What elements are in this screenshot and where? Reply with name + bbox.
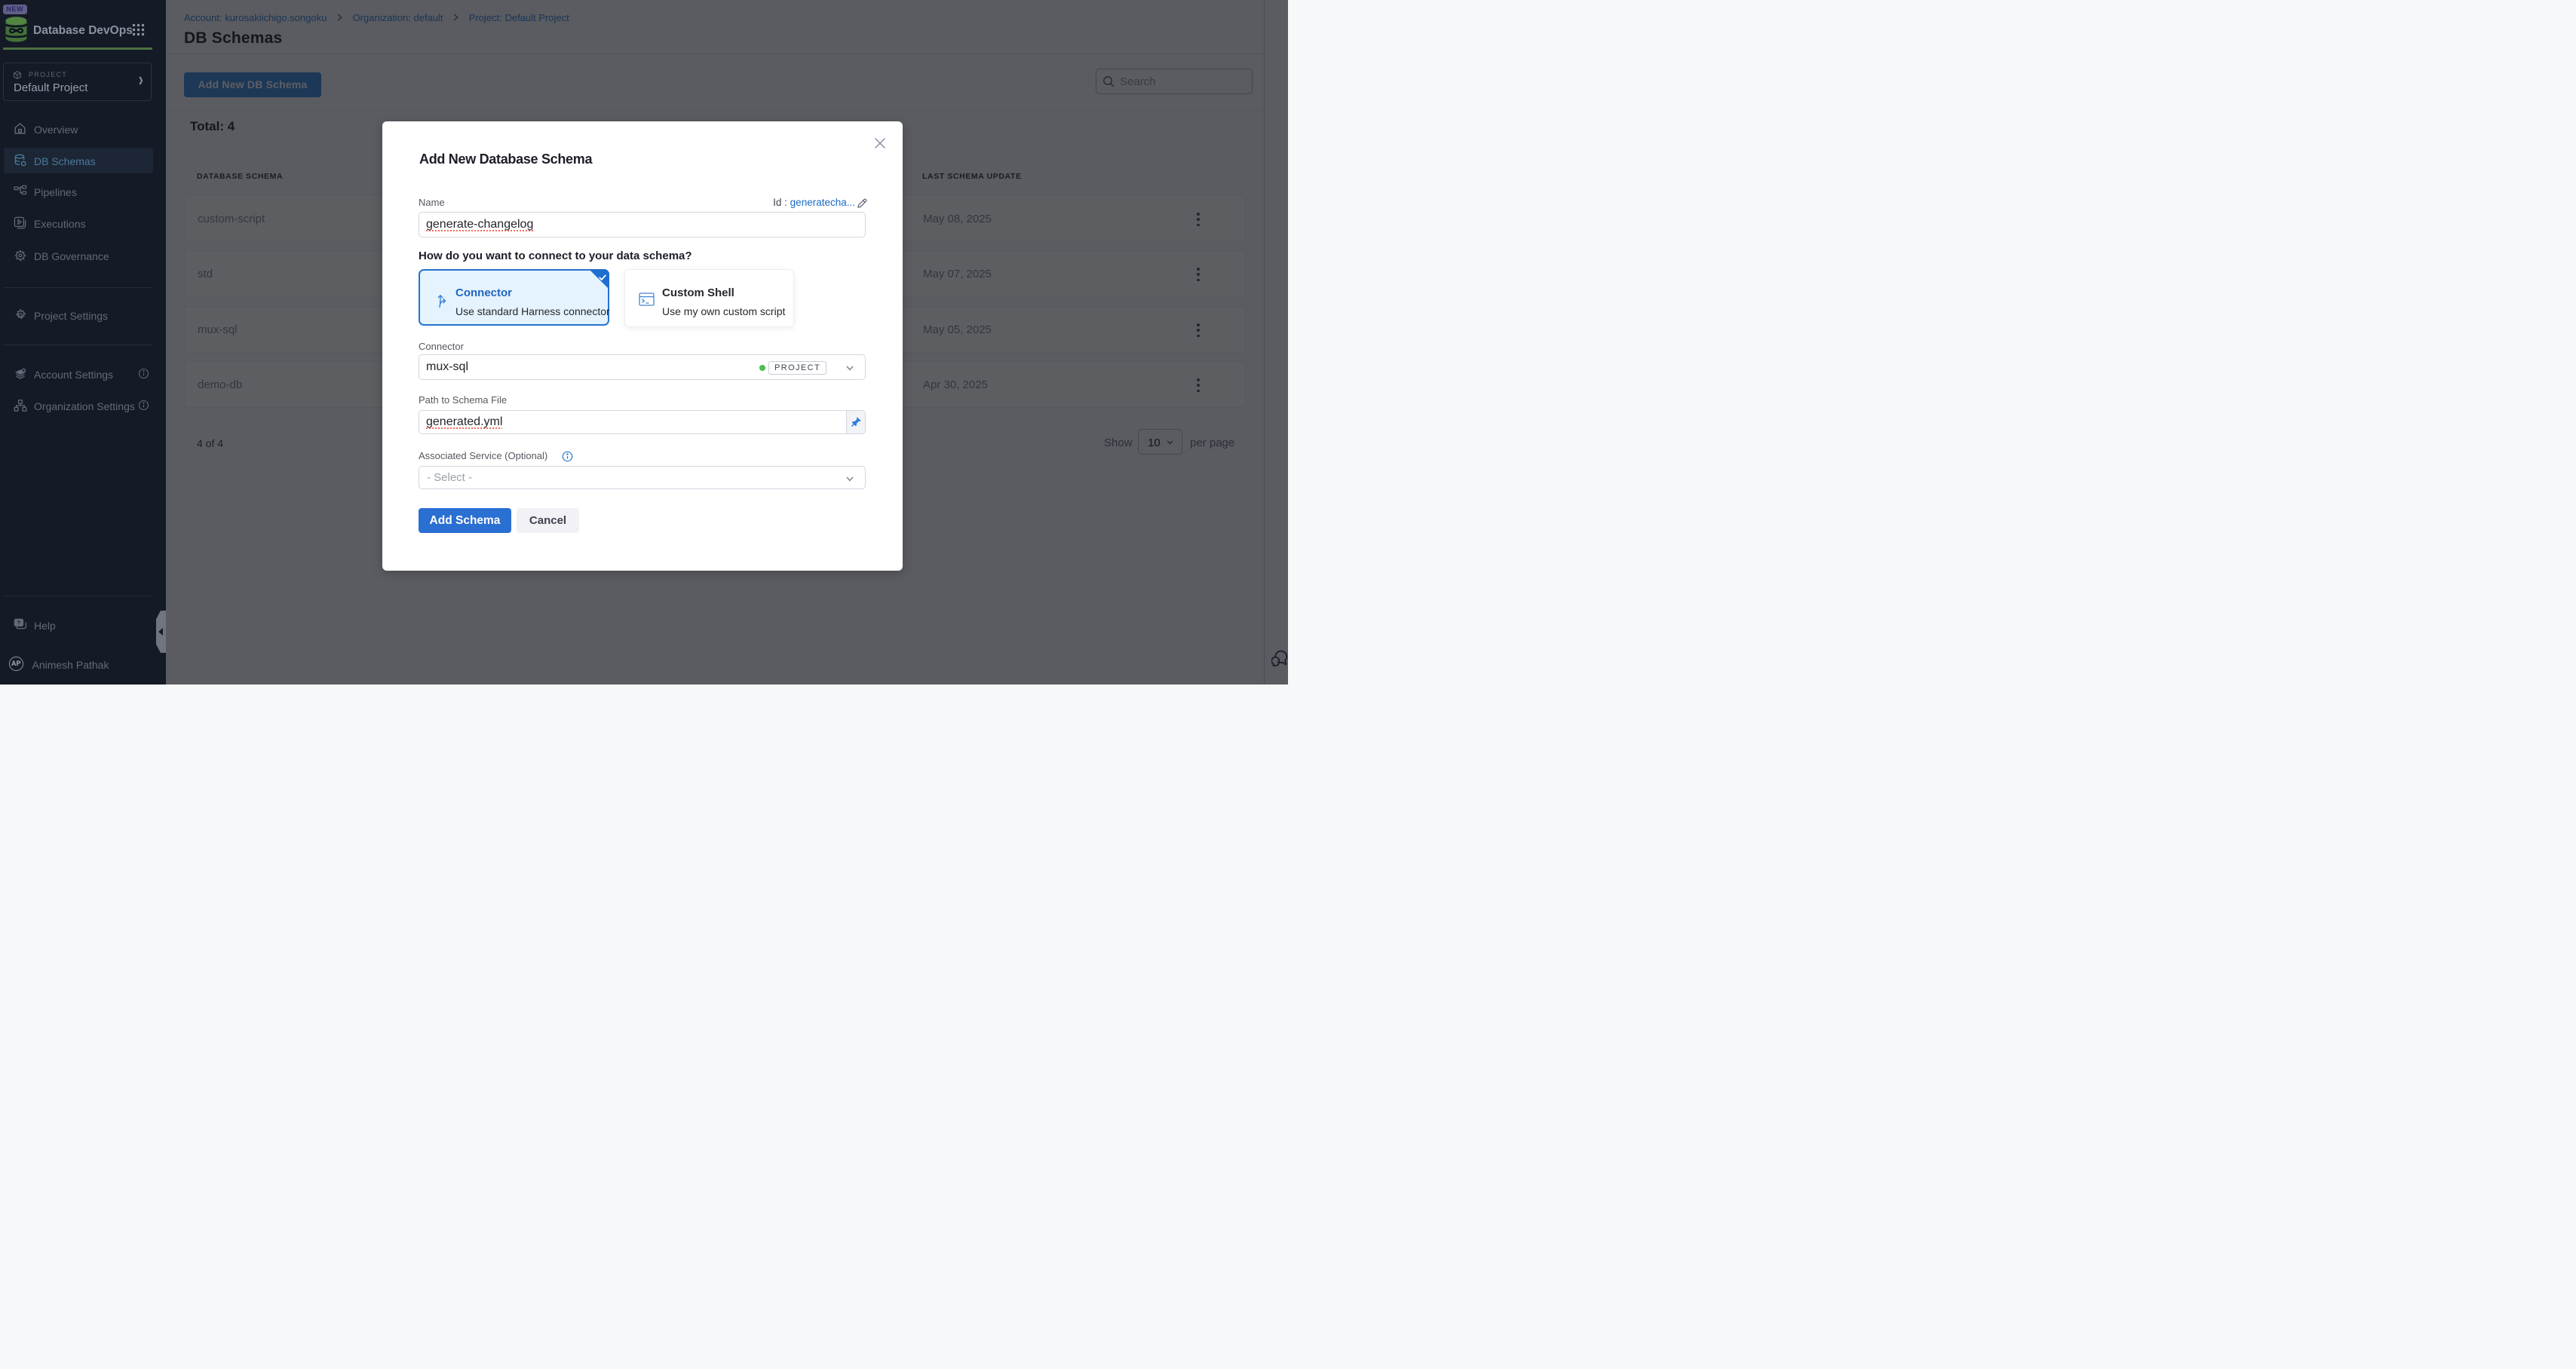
svg-text:?: ? bbox=[17, 620, 21, 626]
